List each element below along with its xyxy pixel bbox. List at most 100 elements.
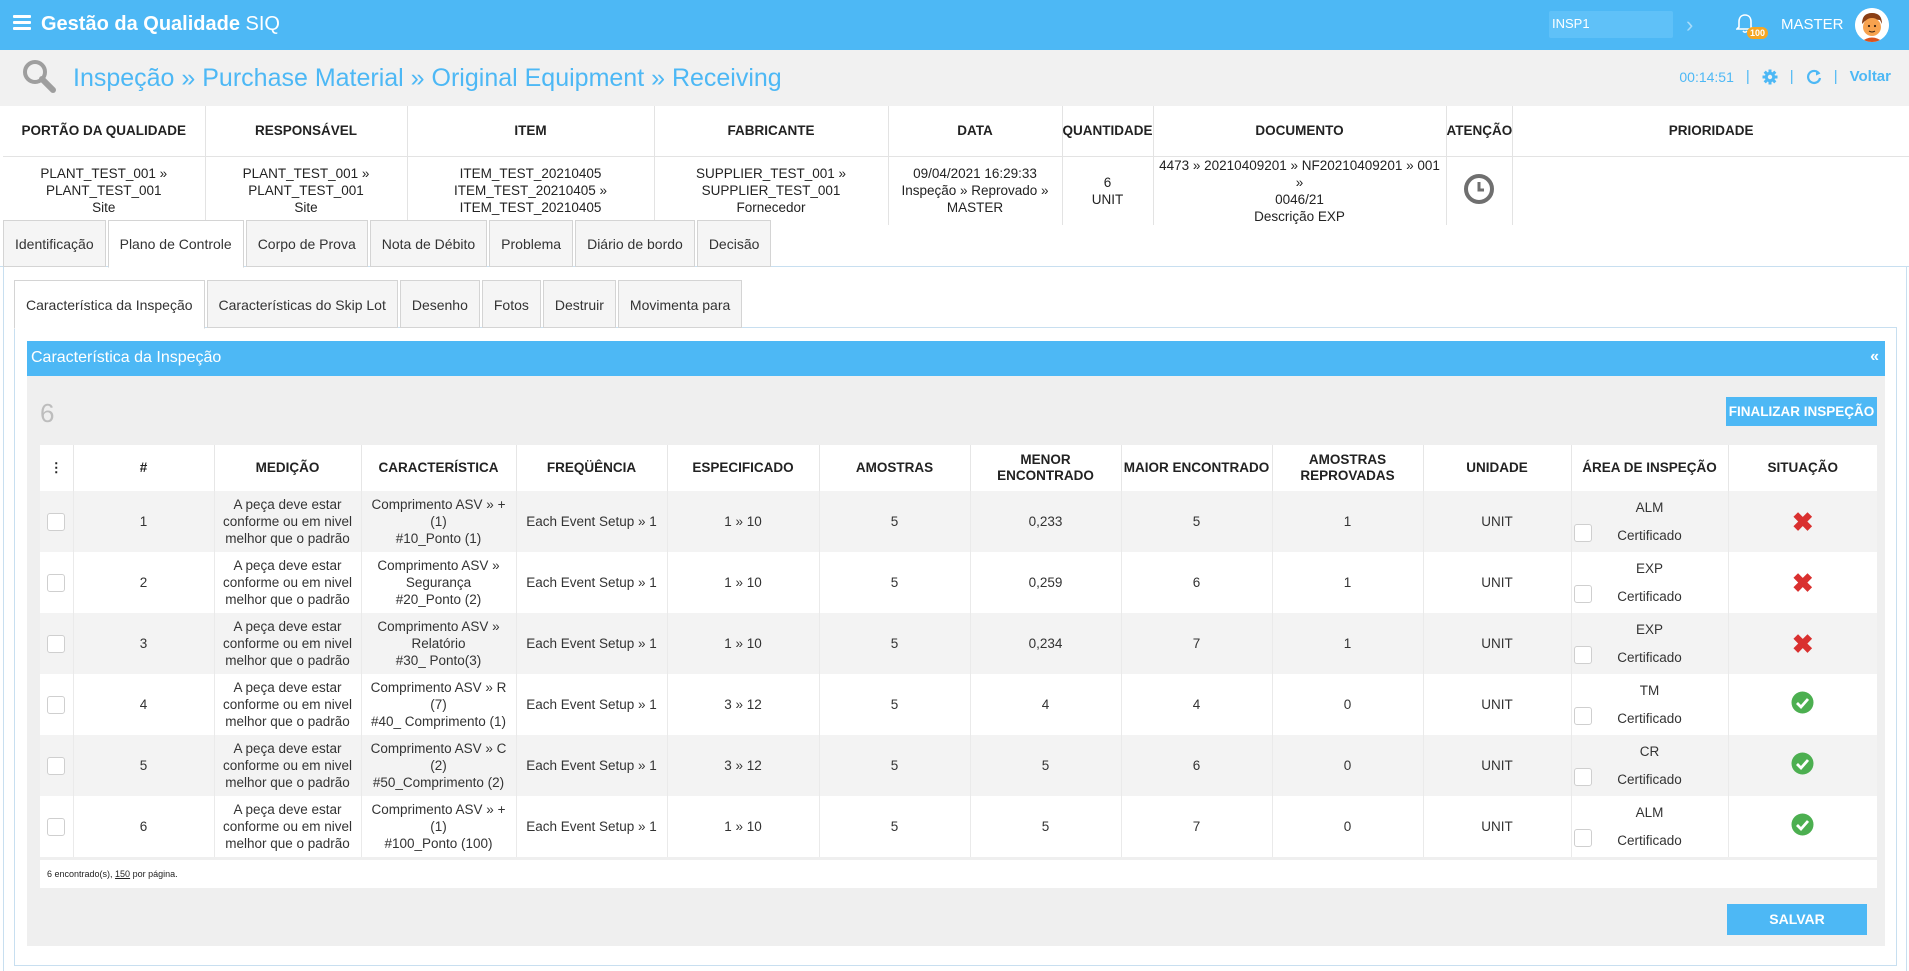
cell-line: #50_Comprimento (2) — [372, 775, 505, 790]
column-header[interactable]: AMOSTRAS REPROVADAS — [1272, 445, 1424, 491]
tab-fotos[interactable]: Fotos — [481, 280, 541, 328]
column-header: PRIORIDADE — [1512, 106, 1909, 157]
certificate-toggle[interactable]: Certificado — [1572, 829, 1728, 849]
cell-line: Comprimento ASV » — [377, 558, 500, 573]
column-header[interactable]: SITUAÇÃO — [1728, 445, 1877, 491]
max-found-cell: 4 — [1121, 674, 1273, 735]
row-select-cell[interactable] — [40, 552, 74, 613]
row-select-cell[interactable] — [40, 491, 74, 552]
status-cell: ✖ — [1728, 552, 1877, 613]
quality-gate-cell: PLANT_TEST_001 » PLANT_TEST_001 Site — [3, 156, 206, 225]
samples-cell: 5 — [819, 613, 971, 674]
column-header: ITEM — [407, 106, 655, 157]
inspection-area-cell: TM Certificado — [1571, 674, 1729, 735]
column-header[interactable]: MENOR ENCONTRADO — [970, 445, 1122, 491]
table-row[interactable]: 3 A peça deve estar conforme ou em nivel me… — [40, 613, 1877, 674]
app-title[interactable]: Gestão da Qualidade SIQ — [41, 13, 280, 36]
column-header[interactable]: CARACTERÍSTICA — [361, 445, 517, 491]
certificate-checkbox[interactable] — [1573, 829, 1592, 847]
cell-line: melhor que o padrão — [225, 775, 350, 790]
certificate-toggle[interactable]: Certificado — [1572, 524, 1728, 544]
cell-line: PLANT_TEST_001 — [248, 183, 364, 198]
cell-line: Comprimento ASV » R — [370, 680, 507, 695]
column-header[interactable]: UNIDADE — [1423, 445, 1572, 491]
row-checkbox[interactable] — [47, 512, 66, 531]
tab-nota-de-debito[interactable]: Nota de Débito — [369, 220, 488, 267]
column-header[interactable]: MAIOR ENCONTRADO — [1121, 445, 1273, 491]
column-header[interactable]: ESPECIFICADO — [667, 445, 820, 491]
characteristic-cell: Comprimento ASV » Segurança #20_Ponto (2) — [361, 552, 517, 613]
cell-line: conforme ou em nivel — [222, 514, 353, 529]
gear-icon[interactable] — [1762, 69, 1778, 85]
cell-line: ITEM_TEST_20210405 — [459, 200, 602, 215]
table-row[interactable]: 6 A peça deve estar conforme ou em nivel me… — [40, 796, 1877, 857]
row-select-cell[interactable] — [40, 735, 74, 796]
row-checkbox[interactable] — [47, 695, 66, 714]
tab-movimenta-para[interactable]: Movimenta para — [617, 280, 743, 328]
row-select-cell[interactable] — [40, 796, 74, 857]
certificate-checkbox[interactable] — [1573, 585, 1592, 603]
column-header[interactable]: FREQÜÊNCIA — [516, 445, 668, 491]
cell-line: Descrição EXP — [1254, 208, 1345, 224]
row-select-cell[interactable] — [40, 613, 74, 674]
row-checkbox[interactable] — [47, 634, 66, 653]
hamburger-menu-icon[interactable] — [13, 15, 31, 31]
certificate-toggle[interactable]: Certificado — [1572, 585, 1728, 605]
back-link[interactable]: Voltar — [1850, 68, 1891, 85]
per-page-link[interactable]: 150 — [115, 869, 130, 879]
table-row[interactable]: 2 A peça deve estar conforme ou em nivel me… — [40, 552, 1877, 613]
certificate-toggle[interactable]: Certificado — [1572, 646, 1728, 666]
tab-caracteristicas-skip-lot[interactable]: Características do Skip Lot — [206, 280, 398, 328]
tab-diario-de-bordo[interactable]: Diário de bordo — [575, 220, 695, 267]
cell-line: #30_ Ponto(3) — [395, 653, 482, 668]
column-header: FABRICANTE — [654, 106, 889, 157]
min-found-cell: 5 — [970, 735, 1122, 796]
avatar[interactable] — [1855, 8, 1889, 42]
tab-caracteristica-da-inspecao[interactable]: Característica da Inspeção — [14, 280, 205, 329]
samples-cell: 5 — [819, 552, 971, 613]
table-row[interactable]: 5 A peça deve estar conforme ou em nivel me… — [40, 735, 1877, 796]
table-row[interactable]: 4 A peça deve estar conforme ou em nivel me… — [40, 674, 1877, 735]
tab-desenho[interactable]: Desenho — [399, 280, 480, 328]
certificate-toggle[interactable]: Certificado — [1572, 768, 1728, 788]
row-checkbox[interactable] — [47, 573, 66, 592]
rejected-samples-cell: 1 — [1272, 552, 1424, 613]
row-checkbox[interactable] — [47, 817, 66, 836]
row-select-cell[interactable] — [40, 674, 74, 735]
finalize-inspection-button[interactable]: FINALIZAR INSPEÇÃO — [1726, 397, 1877, 426]
table-row[interactable]: 1 A peça deve estar conforme ou em nivel me… — [40, 491, 1877, 552]
samples-cell: 5 — [819, 735, 971, 796]
rejected-x-icon: ✖ — [1791, 628, 1814, 659]
inspection-code-input[interactable]: INSP1 — [1549, 11, 1673, 38]
refresh-icon[interactable] — [1806, 69, 1822, 85]
column-header[interactable]: # — [73, 445, 215, 491]
column-header[interactable]: ÁREA DE INSPEÇÃO — [1571, 445, 1729, 491]
user-name[interactable]: MASTER — [1781, 16, 1844, 33]
row-checkbox[interactable] — [47, 756, 66, 775]
tab-corpo-de-prova[interactable]: Corpo de Prova — [245, 220, 368, 267]
collapse-button[interactable]: « — [1870, 348, 1879, 366]
app-title-bold: Gestão da Qualidade — [41, 13, 240, 35]
breadcrumb: Inspeção » Purchase Material » Original … — [73, 64, 782, 92]
column-header[interactable]: MEDIÇÃO — [214, 445, 362, 491]
chevron-right-icon[interactable]: › — [1686, 12, 1693, 38]
app-title-suffix: SIQ — [245, 13, 280, 35]
tab-destruir[interactable]: Destruir — [542, 280, 616, 328]
cell-line: conforme ou em nivel — [222, 758, 353, 773]
tab-identificacao[interactable]: Identificação — [3, 220, 106, 267]
certificate-checkbox[interactable] — [1573, 524, 1592, 542]
document-cell: 4473 » 20210409201 » NF20210409201 » 001… — [1153, 156, 1447, 225]
tab-problema[interactable]: Problema — [489, 220, 574, 267]
column-header[interactable]: AMOSTRAS — [819, 445, 971, 491]
certificate-checkbox[interactable] — [1573, 646, 1592, 664]
tab-plano-de-controle[interactable]: Plano de Controle — [107, 220, 244, 268]
column-menu-icon[interactable]: ⋮ — [40, 445, 74, 491]
characteristic-cell: Comprimento ASV » + (1) #10_Ponto (1) — [361, 491, 517, 552]
tab-decisao[interactable]: Decisão — [696, 220, 772, 267]
certificate-toggle[interactable]: Certificado — [1572, 707, 1728, 727]
save-button[interactable]: SALVAR — [1727, 904, 1867, 935]
certificate-checkbox[interactable] — [1573, 768, 1592, 786]
certificate-checkbox[interactable] — [1573, 707, 1592, 725]
item-cell: ITEM_TEST_20210405 ITEM_TEST_20210405 » … — [407, 156, 655, 225]
inspection-header-table: PORTÃO DA QUALIDADE RESPONSÁVEL ITEM FAB… — [3, 106, 1909, 225]
